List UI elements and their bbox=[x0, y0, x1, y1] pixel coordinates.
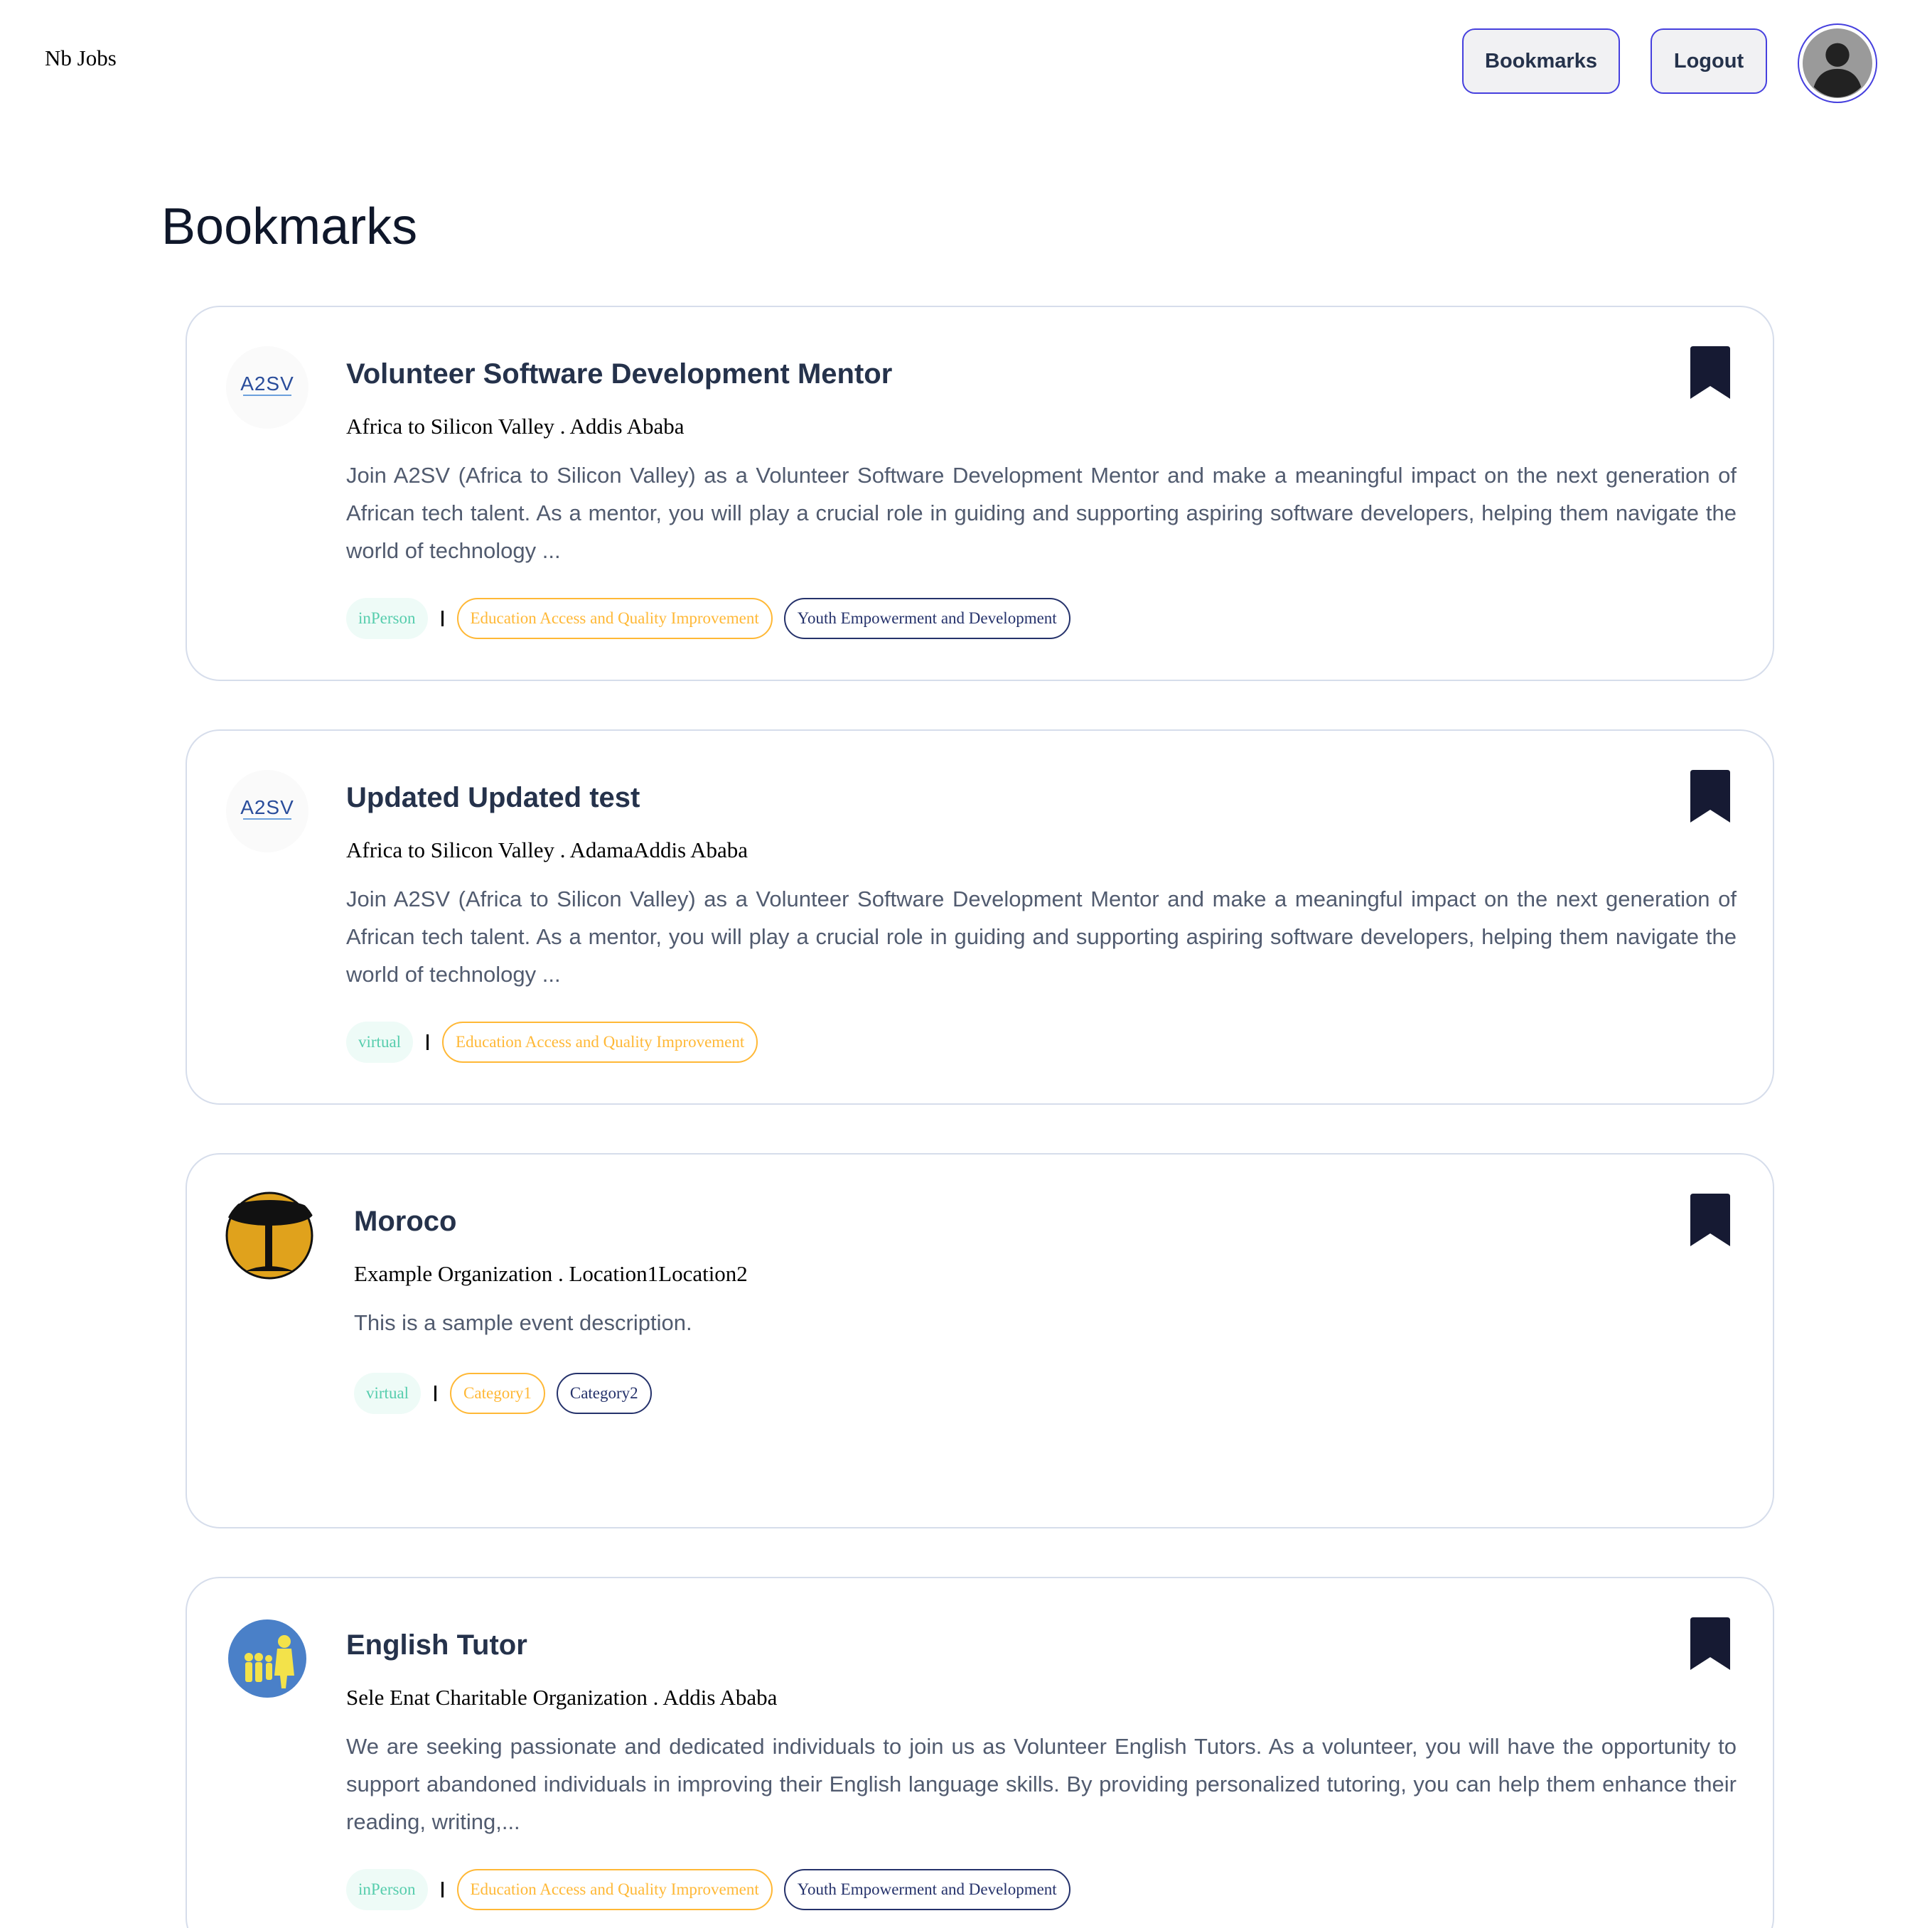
mode-tag: virtual bbox=[354, 1373, 422, 1414]
category-tag: Education Access and Quality Improvement bbox=[442, 1022, 758, 1063]
organization-location: Africa to Silicon Valley . AdamaAddis Ab… bbox=[346, 837, 748, 862]
job-description: We are seeking passionate and dedicated … bbox=[346, 1734, 1737, 1834]
mode-tag: virtual bbox=[346, 1022, 414, 1063]
avatar[interactable] bbox=[1798, 23, 1877, 103]
bookmarks-button[interactable]: Bookmarks bbox=[1462, 28, 1620, 94]
mode-tag: inPerson bbox=[346, 598, 428, 639]
organization-location: Africa to Silicon Valley . Addis Ababa bbox=[346, 414, 685, 439]
category-tag: Education Access and Quality Improvement bbox=[456, 598, 773, 639]
category-tag: Education Access and Quality Improvement bbox=[456, 1869, 773, 1910]
job-description: Join A2SV (Africa to Silicon Valley) as … bbox=[346, 463, 1737, 563]
category-tag: Category1 bbox=[450, 1373, 545, 1414]
svg-text:A2SV: A2SV bbox=[240, 797, 294, 818]
tag-list: inPerson Education Access and Quality Im… bbox=[346, 598, 1737, 639]
svg-text:A2SV: A2SV bbox=[240, 373, 294, 395]
tag-divider bbox=[441, 1882, 444, 1897]
logout-button[interactable]: Logout bbox=[1651, 28, 1767, 94]
job-description: Join A2SV (Africa to Silicon Valley) as … bbox=[346, 887, 1737, 987]
tag-divider bbox=[426, 1034, 429, 1050]
job-title[interactable]: English Tutor bbox=[346, 1627, 1737, 1664]
a2sv-logo: A2SV bbox=[226, 770, 308, 852]
bookmark-card[interactable]: A2SV Volunteer Software Development Ment… bbox=[186, 306, 1774, 681]
organization-location: Sele Enat Charitable Organization . Addi… bbox=[346, 1685, 778, 1710]
job-title[interactable]: Moroco bbox=[354, 1203, 1744, 1240]
tag-divider bbox=[441, 611, 444, 626]
a2sv-logo: A2SV bbox=[226, 346, 308, 429]
organization-location: Example Organization . Location1Location… bbox=[354, 1261, 748, 1286]
category-tag: Category2 bbox=[556, 1373, 652, 1414]
category-tag: Youth Empowerment and Development bbox=[783, 598, 1070, 639]
tag-list: virtual Category1 Category2 bbox=[354, 1373, 1744, 1414]
bookmark-card[interactable]: Moroco Example Organization . Location1L… bbox=[186, 1153, 1774, 1528]
job-description: This is a sample event description. bbox=[354, 1310, 692, 1335]
brand-logo-text[interactable]: Nb Jobs bbox=[45, 45, 117, 71]
family-logo bbox=[226, 1617, 308, 1700]
bookmark-icon[interactable] bbox=[1690, 346, 1730, 399]
bookmark-icon[interactable] bbox=[1690, 1194, 1730, 1246]
job-title[interactable]: Updated Updated test bbox=[346, 779, 1737, 816]
user-avatar-icon bbox=[1803, 28, 1872, 98]
tag-list: virtual Education Access and Quality Imp… bbox=[346, 1022, 1737, 1063]
page-title: Bookmarks bbox=[161, 198, 418, 255]
tag-divider bbox=[434, 1386, 437, 1401]
page: Nb Jobs Bookmarks Logout Bookmarks A2SV … bbox=[0, 0, 1932, 1928]
bookmark-icon[interactable] bbox=[1690, 770, 1730, 823]
mode-tag: inPerson bbox=[346, 1869, 428, 1910]
tag-list: inPerson Education Access and Quality Im… bbox=[346, 1869, 1737, 1910]
bookmark-card[interactable]: English Tutor Sele Enat Charitable Organ… bbox=[186, 1577, 1774, 1928]
bookmark-icon[interactable] bbox=[1690, 1617, 1730, 1670]
category-tag: Youth Empowerment and Development bbox=[783, 1869, 1070, 1910]
bookmark-card[interactable]: A2SV Updated Updated test Africa to Sili… bbox=[186, 729, 1774, 1105]
tree-logo bbox=[224, 1191, 318, 1280]
job-title[interactable]: Volunteer Software Development Mentor bbox=[346, 355, 1737, 392]
